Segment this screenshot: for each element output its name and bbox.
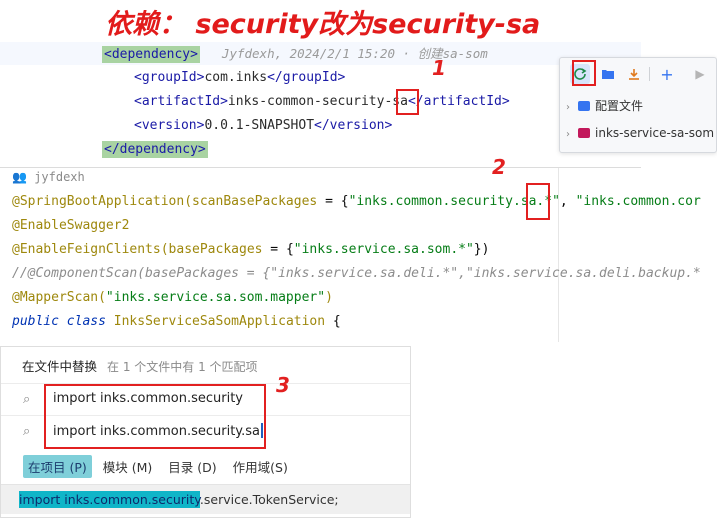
result-line-rest: .service.TokenService; [199,492,339,507]
param-basepackages: basePackages [168,242,263,257]
annotation-box-artifactid [396,89,419,115]
groupid-close-tag: </groupId> [267,70,346,85]
punct: = { [262,242,294,257]
users-icon: 👥 [12,170,27,184]
package-string: "inks.service.sa.som.mapper" [105,290,326,305]
version-value: 0.0.1-SNAPSHOT [204,118,315,133]
annotation-box-1 [572,60,596,86]
git-blame-annotation: Jyfdexh, 2024/2/1 15:20 · 创建sa-som [221,46,488,61]
punct: }) [473,242,490,257]
param-scanbasepackages: scanBasePackages [192,194,318,209]
class-name: InksServiceSaSomApplication [113,314,326,329]
artifactid-open-tag: <artifactId> [134,94,228,109]
artifactid-value: inks-common-security- [227,94,393,109]
paren: ( [98,290,106,305]
author-name: jyfdexh [34,170,85,184]
editor-line-dependency-open[interactable]: <dependency> Jyfdexh, 2024/2/1 15:20 · 创建… [0,42,641,65]
tab-scope-project[interactable]: 在项目 (P) [23,455,92,478]
maven-item-label: inks-service-sa-som [595,126,715,140]
dialog-title: 在文件中替换 [22,359,98,374]
pom-xml-editor[interactable]: <dependency> Jyfdexh, 2024/2/1 15:20 · 创建… [0,40,641,168]
search-icon: ⌕ [23,392,31,407]
code-line-componentscan-comment[interactable]: //@ComponentScan(basePackages = {"inks.s… [12,262,701,286]
code-line-class-decl[interactable]: public class InksServiceSaSomApplication… [12,310,341,334]
annotation-number-1: 1 [432,56,446,80]
package-string: "inks.common.security [348,194,513,209]
tab-scope-module[interactable]: 模块 (M) [98,455,158,478]
folder-icon [578,101,590,111]
search-icon: ⌕ [23,424,31,439]
chevron-right-icon: › [566,129,570,140]
package-string-2: "inks.common.cor [575,194,701,209]
package-string: "inks.service.sa.som.*" [293,242,474,257]
groupid-value: com.inks [204,70,268,85]
annotation-box-3 [44,384,266,449]
code-line-swagger[interactable]: @EnableSwagger2 [12,214,129,238]
paren: ( [184,194,193,209]
chevron-right-icon: › [566,102,570,113]
editor-line-version[interactable]: <version>0.0.1-SNAPSHOT</version> [134,114,392,137]
plus-icon: + [660,64,674,84]
groupid-open-tag: <groupId> [134,70,205,85]
annotation-box-2 [526,183,550,220]
code-line-springboot[interactable]: @SpringBootApplication(scanBasePackages … [12,190,701,214]
folder-icon [602,70,614,79]
tab-scope-custom[interactable]: 作用域(S) [228,455,293,478]
add-project-button[interactable]: + [657,64,677,84]
java-editor[interactable]: 👥 jyfdexh @SpringBootApplication(scanBas… [0,168,717,342]
result-match-highlight: import inks.common.security [19,491,200,508]
code-line-mapperscan[interactable]: @MapperScan("inks.service.sa.som.mapper"… [12,286,333,310]
toolbar-divider [649,67,650,81]
version-open-tag: <version> [134,118,205,133]
editor-line-dependency-close[interactable]: </dependency> [102,138,208,161]
keyword: class [66,314,106,329]
play-icon: ▶ [695,67,705,81]
punct: { [332,314,341,329]
maven-item-module[interactable]: › inks-service-sa-som [566,121,716,145]
code-line-feign[interactable]: @EnableFeignClients(basePackages = {"ink… [12,238,489,262]
annotation-feign: @EnableFeignClients [12,242,161,257]
annotation-swagger: @EnableSwagger2 [12,218,130,233]
download-icon [629,68,639,80]
annotation-number-3: 3 [276,373,290,397]
annotation-mapperscan: @MapperScan [12,290,99,305]
tab-scope-directory[interactable]: 目录 (D) [163,455,221,478]
artifactid-close-tag: </artifactId> [407,94,510,109]
scope-tabs: 在项目 (P) 模块 (M) 目录 (D) 作用域(S) [23,455,299,478]
paren: ( [160,242,169,257]
annotation-springboot: @SpringBootApplication [12,194,185,209]
annotation-number-2: 2 [492,155,506,179]
page-title: 依赖： security改为security-sa [105,9,541,40]
code-author-hint: 👥 jyfdexh [12,170,85,184]
dialog-header: 在文件中替换在 1 个文件中有 1 个匹配项 [22,356,258,374]
punct: = { [317,194,349,209]
maven-item-label: 配置文件 [595,99,644,113]
editor-line-artifactid[interactable]: <artifactId>inks-common-security-sa</art… [134,90,510,113]
result-row[interactable]: import inks.common.security.service.Toke… [1,484,410,514]
run-button[interactable]: ▶ [690,64,710,84]
maven-module-icon [578,128,590,138]
version-close-tag: </version> [314,118,393,133]
dependency-open-tag: <dependency> [102,46,200,63]
download-sources-button[interactable] [624,64,644,84]
paren: ) [325,290,333,305]
match-summary: 在 1 个文件中有 1 个匹配项 [107,360,258,374]
editor-line-groupid[interactable]: <groupId>com.inks</groupId> [134,66,345,89]
open-folder-button[interactable] [598,64,618,84]
punct: , [559,194,576,209]
code-comment: //@ComponentScan(basePackages = {"inks.s… [12,266,701,281]
keyword: public [12,314,59,329]
maven-item-profiles[interactable]: › 配置文件 [566,94,716,118]
dependency-close-tag: </dependency> [102,141,208,158]
